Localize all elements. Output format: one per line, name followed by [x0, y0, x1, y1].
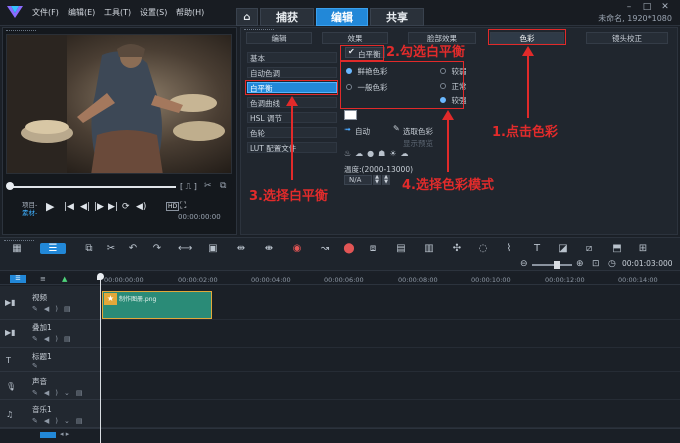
zoom-in-icon[interactable]: ⊕ [576, 259, 584, 269]
undo-icon[interactable]: ↶ [126, 243, 140, 254]
transition-icon[interactable]: ⌇ [502, 243, 516, 254]
track-controls[interactable]: ✎◀)▤ [32, 335, 77, 343]
video-clip[interactable]: ★ 制作图册.png [102, 291, 212, 319]
ruler-label: 00:00:14:00 [618, 276, 658, 284]
track-name-voice: 声音 [32, 377, 47, 386]
playhead[interactable] [100, 274, 101, 443]
track-controls[interactable]: ✎ [32, 362, 38, 370]
ruler-label: 00:00:10:00 [471, 276, 511, 284]
color-grade-icon[interactable]: ◪ [556, 243, 570, 254]
ruler-label: 00:00:02:00 [178, 276, 218, 284]
video-track-icon: ▶▮ [5, 298, 16, 307]
track-controls[interactable]: ✎◀)⌄▤ [32, 389, 88, 397]
track-view-icon[interactable]: ☰ [10, 275, 26, 283]
fit-icon[interactable]: ⟷ [178, 243, 192, 254]
audio-mix-icon[interactable]: ⊞ [636, 243, 650, 254]
clock-icon[interactable]: ◷ [608, 259, 616, 269]
clip-name: 制作图册.png [119, 296, 157, 303]
track-lane-music[interactable] [100, 400, 680, 428]
speed-icon[interactable]: ✣ [450, 243, 464, 254]
ruler-label: 00:00:12:00 [545, 276, 585, 284]
fit-timeline-icon[interactable]: ⊡ [592, 259, 600, 269]
annotation-step3: 3.选择白平衡 [249, 189, 328, 204]
scroll-arrows-icon[interactable]: ◂ ▸ [60, 430, 69, 438]
annotation-step1: 1.点击色彩 [492, 125, 558, 140]
subtitle-icon[interactable]: ▥ [422, 243, 436, 254]
music-note-icon: ♫ [6, 410, 14, 419]
track-manager-icon[interactable]: ⧉ [82, 243, 96, 254]
track-lane-overlay[interactable] [100, 320, 680, 348]
track-list-icon[interactable]: ≡ [40, 275, 46, 283]
cut-icon[interactable]: ✂ [104, 243, 118, 254]
panel-grip [4, 240, 34, 242]
timeline-view-icon[interactable]: ☰ [40, 243, 66, 254]
ruler-label: 00:00:04:00 [251, 276, 291, 284]
fx-icon[interactable]: ⧄ [582, 243, 596, 254]
export-icon[interactable]: ⬒ [610, 243, 624, 254]
track-name-overlay: 叠加1 [32, 323, 52, 332]
record-icon[interactable]: ◉ [290, 243, 304, 254]
track-controls[interactable]: ✎◀)▤ [32, 305, 77, 313]
group-icon[interactable]: ⧈ [366, 243, 380, 254]
track-height-icon[interactable]: ▲ [62, 275, 67, 283]
redo-icon[interactable]: ↷ [150, 243, 164, 254]
playhead-handle[interactable] [97, 273, 104, 280]
title-track-icon: T [6, 356, 11, 365]
track-name-video: 视频 [32, 293, 47, 302]
storyboard-view-icon[interactable]: ▦ [10, 243, 24, 254]
text-icon[interactable]: ▤ [394, 243, 408, 254]
track-lane-title[interactable] [100, 348, 680, 372]
zoom-slider[interactable] [532, 261, 572, 269]
track-name-music: 音乐1 [32, 405, 52, 414]
track-lane-voice[interactable] [100, 372, 680, 400]
timeline-scroll-thumb[interactable] [40, 432, 56, 438]
overlay-track-icon: ▶▮ [5, 328, 16, 337]
zoom-out-icon[interactable]: ⊖ [520, 259, 528, 269]
timeline-scrollbar-area [0, 428, 680, 443]
timeline-timecode[interactable]: 00:01:03:000 [622, 259, 673, 268]
ruler-label: 00:00:06:00 [324, 276, 364, 284]
motion-icon[interactable]: ↝ [318, 243, 332, 254]
microphone-icon: 🎙︎ [6, 382, 17, 391]
annotation-step2: 2.勾选白平衡 [386, 45, 465, 60]
track-name-title: 标题1 [32, 352, 52, 361]
annotation-step4: 4.选择色彩模式 [402, 178, 494, 193]
track-controls[interactable]: ✎◀)⌄▤ [32, 417, 88, 425]
snapshot-icon[interactable]: ▣ [206, 243, 220, 254]
ruler-label: 00:00:08:00 [398, 276, 438, 284]
trim-icon[interactable]: ⇼ [262, 243, 276, 254]
clip-star-icon: ★ [104, 293, 117, 305]
split-icon[interactable]: ⇹ [234, 243, 248, 254]
mask-icon[interactable]: ⬤ [342, 243, 356, 254]
path-icon[interactable]: ◌ [476, 243, 490, 254]
title-icon[interactable]: T [530, 243, 544, 254]
ruler-label: 00:00:00:00 [104, 276, 144, 284]
